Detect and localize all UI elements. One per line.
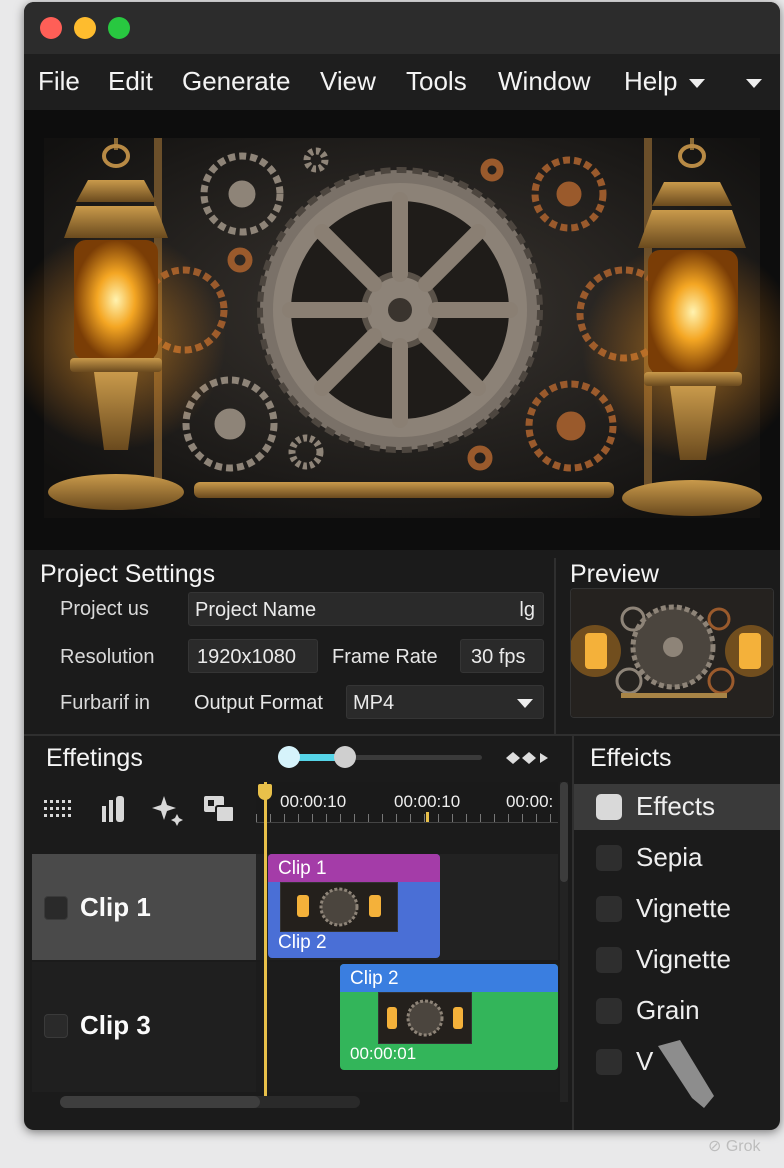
clip-1-title: Clip 1: [278, 858, 327, 879]
project-name-value: Project Name: [195, 599, 317, 621]
output-format-select[interactable]: MP4: [346, 685, 544, 719]
timecode-1: 00:00:10: [280, 792, 347, 811]
chevron-down-icon: [746, 78, 762, 88]
preview-thumbnail[interactable]: [570, 588, 774, 718]
zoom-slider[interactable]: [278, 746, 482, 770]
settings-preview-divider: [554, 558, 556, 734]
time-ruler[interactable]: 00:00:10 00:00:10 00:00:: [256, 782, 558, 823]
chevron-down-icon: [517, 699, 533, 708]
clip-1-thumbnail: [280, 882, 398, 932]
clip-2[interactable]: Clip 2 00:00:01: [340, 964, 558, 1070]
preview-gears-image: [571, 589, 773, 717]
effect-item[interactable]: Sepia: [574, 835, 780, 881]
frame-rate-field[interactable]: 30 fps: [460, 639, 544, 673]
zoom-slider-handle[interactable]: [334, 746, 356, 768]
chevron-down-icon: [689, 78, 706, 88]
frame-rate-label: Frame Rate: [332, 646, 438, 668]
cursor-icon: [658, 1040, 714, 1108]
timeline-vertical-scrollbar[interactable]: [560, 782, 568, 1102]
clip-1-subtitle: Clip 2: [278, 932, 327, 953]
track-header-1[interactable]: Clip 1: [32, 854, 256, 960]
effect-label: Vignette: [636, 944, 731, 974]
effect-checkbox[interactable]: [596, 998, 622, 1024]
watermark-text: Grok: [725, 1138, 761, 1155]
playhead[interactable]: [264, 782, 267, 1098]
track-2-label: Clip 3: [80, 1010, 151, 1040]
timeline-vertical-scroll-thumb[interactable]: [560, 782, 568, 882]
title-bar: [24, 2, 780, 54]
clip-2-timecode: 00:00:01: [350, 1044, 417, 1063]
effect-label: Grain: [636, 995, 700, 1025]
effect-checkbox[interactable]: [596, 1049, 622, 1075]
close-window-button[interactable]: [40, 17, 62, 39]
clip-1[interactable]: Clip 1 Clip 2: [268, 854, 440, 958]
track-header-2[interactable]: Clip 3: [32, 962, 256, 1092]
effect-checkbox[interactable]: [596, 896, 622, 922]
project-settings-title: Project Settings: [40, 560, 216, 588]
menu-file[interactable]: File: [38, 66, 80, 97]
overflow-menu-button[interactable]: [746, 66, 762, 97]
timeline-horizontal-scroll-thumb[interactable]: [60, 1096, 260, 1108]
layers-icon[interactable]: [202, 792, 236, 826]
ruler-ticks: [256, 814, 558, 822]
menu-help-label: Help: [624, 66, 678, 96]
effect-checkbox[interactable]: [596, 947, 622, 973]
menu-tools[interactable]: Tools: [406, 66, 467, 97]
effect-item[interactable]: Vignette: [574, 886, 780, 932]
steampunk-gears-image: [24, 110, 780, 550]
playhead-handle[interactable]: [258, 784, 272, 800]
resolution-label: Resolution: [60, 646, 155, 668]
resolution-field[interactable]: 1920x1080: [188, 639, 318, 673]
playback-controls-icon[interactable]: [506, 750, 550, 766]
sparkle-icon[interactable]: [150, 792, 184, 826]
effect-item[interactable]: Grain: [574, 988, 780, 1034]
menu-bar: File Edit Generate View Tools Window Hel…: [24, 54, 780, 110]
timecode-2: 00:00:10: [394, 792, 461, 811]
effect-label: Vignette: [636, 893, 731, 923]
ruler-marker: [426, 812, 429, 822]
clip-1-thumbnail-image: [281, 883, 397, 931]
minimize-window-button[interactable]: [74, 17, 96, 39]
effects-title: Effeicts: [590, 744, 672, 772]
effect-label: Sepia: [636, 842, 703, 872]
settings-timeline-divider: [24, 734, 780, 736]
effect-item[interactable]: Vignette: [574, 937, 780, 983]
watermark-logo-icon: ⊘: [708, 1138, 722, 1155]
project-name-field[interactable]: Project Name lg: [188, 592, 544, 626]
output-format-label: Output Format: [194, 692, 323, 714]
menu-window[interactable]: Window: [498, 66, 590, 97]
menu-edit[interactable]: Edit: [108, 66, 153, 97]
output-label: Furbarif in: [60, 692, 151, 714]
track-2-checkbox[interactable]: [44, 1014, 68, 1038]
maximize-window-button[interactable]: [108, 17, 130, 39]
bars-icon[interactable]: [98, 792, 132, 826]
menu-generate[interactable]: Generate: [182, 66, 290, 97]
track-1-label: Clip 1: [80, 892, 151, 922]
output-format-value: MP4: [353, 692, 395, 714]
zoom-slider-start-knob[interactable]: [278, 746, 300, 768]
menu-help[interactable]: Help: [624, 66, 706, 97]
timeline-title: Effetings: [46, 744, 143, 772]
project-label: Project us: [60, 598, 149, 620]
track-1-checkbox[interactable]: [44, 896, 68, 920]
main-viewer: [24, 110, 780, 550]
effect-label: V: [636, 1046, 654, 1076]
clip-2-thumbnail-image: [379, 993, 471, 1043]
effect-label: Effects: [636, 791, 716, 821]
grid-dots-icon[interactable]: [42, 792, 76, 826]
clip-2-thumbnail: [378, 992, 472, 1044]
watermark: ⊘ Grok: [708, 1136, 761, 1156]
clip-2-title: Clip 2: [350, 968, 399, 989]
preview-title: Preview: [570, 560, 659, 588]
timeline-horizontal-scrollbar[interactable]: [60, 1096, 360, 1108]
effect-checkbox[interactable]: [596, 794, 622, 820]
effect-item[interactable]: Effects: [574, 784, 780, 830]
timecode-3: 00:00:: [506, 792, 554, 811]
menu-view[interactable]: View: [320, 66, 376, 97]
project-name-suffix: lg: [519, 599, 535, 621]
app-window: File Edit Generate View Tools Window Hel…: [24, 2, 780, 1130]
effect-checkbox[interactable]: [596, 845, 622, 871]
